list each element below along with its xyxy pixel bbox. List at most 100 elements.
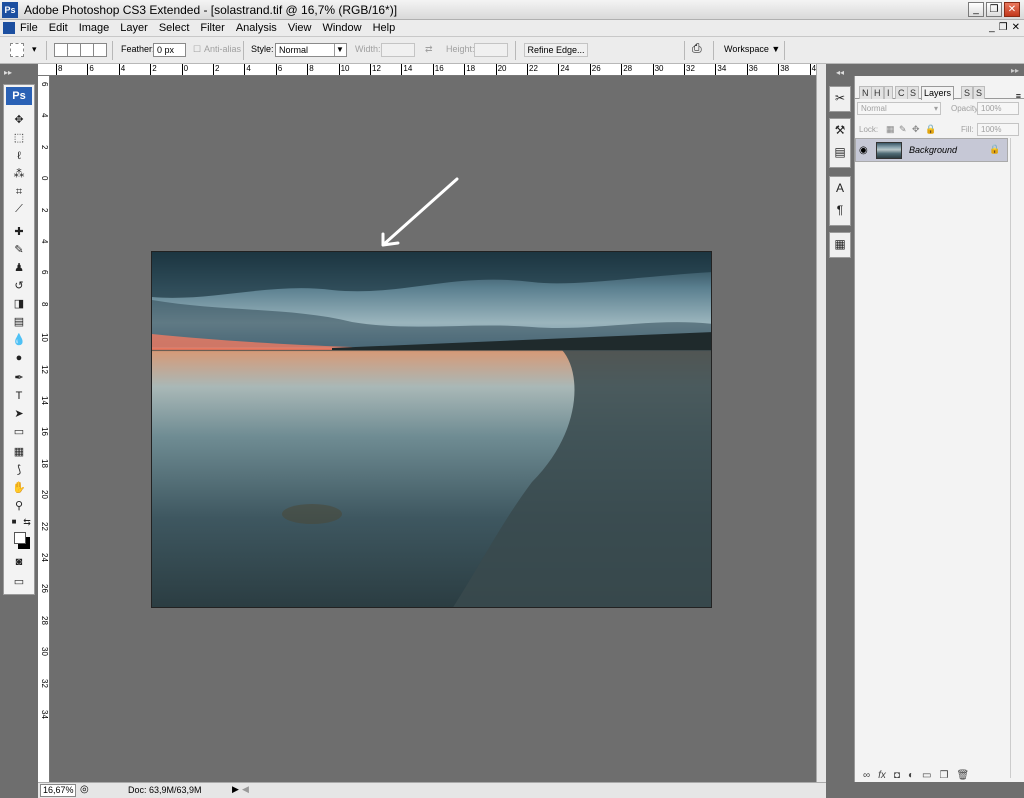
quick-mask-icon[interactable]: ◙: [11, 555, 27, 569]
dodge-tool-icon[interactable]: ●: [11, 351, 27, 365]
trash-icon[interactable]: 🗑: [956, 770, 969, 782]
eyedropper-tool-icon[interactable]: ⟆: [11, 463, 27, 477]
canvas-area[interactable]: [50, 76, 816, 782]
refine-edge-button[interactable]: Refine Edge...: [524, 43, 588, 57]
blur-tool-icon[interactable]: 💧: [11, 333, 27, 347]
adjustment-icon[interactable]: ◐: [908, 770, 914, 782]
tab-s-7[interactable]: S: [973, 86, 986, 99]
intersect-selection-icon[interactable]: [93, 43, 107, 57]
magic-wand-tool-icon[interactable]: ⁂: [11, 167, 27, 181]
minimize-button[interactable]: _: [968, 2, 984, 17]
healing-brush-tool-icon[interactable]: ✚: [11, 225, 27, 239]
tab-i-2[interactable]: I: [884, 86, 893, 99]
lock-transparent-icon[interactable]: ▦: [886, 124, 895, 135]
width-input[interactable]: [381, 43, 415, 57]
brush-tool-icon[interactable]: ✎: [11, 243, 27, 257]
menu-select[interactable]: Select: [159, 22, 190, 34]
tab-n-0[interactable]: N: [859, 86, 872, 99]
history-brush-tool-icon[interactable]: ↺: [11, 279, 27, 293]
notes-tool-icon[interactable]: ▦: [11, 445, 27, 459]
document-icon[interactable]: [3, 22, 15, 34]
add-selection-icon[interactable]: [67, 43, 81, 57]
antialias-checkbox[interactable]: ☐: [193, 44, 201, 55]
clone-stamp-tool-icon[interactable]: ♟: [11, 261, 27, 275]
zoom-level-field[interactable]: 16,67%: [40, 784, 76, 797]
layer-row[interactable]: ◉ Background 🔒: [855, 138, 1008, 162]
document-minimize-button[interactable]: _: [989, 22, 995, 33]
tab-s-6[interactable]: S: [961, 86, 974, 99]
zoom-tool-icon[interactable]: ⚲: [11, 499, 27, 513]
height-input[interactable]: [474, 43, 508, 57]
menu-edit[interactable]: Edit: [49, 22, 68, 34]
menu-file[interactable]: File: [20, 22, 38, 34]
navigator-panel-icon[interactable]: ✂: [830, 87, 850, 109]
marquee-tool-icon[interactable]: ⬚: [11, 131, 27, 145]
screen-mode-icon[interactable]: ▭: [11, 575, 27, 589]
eye-icon[interactable]: ◉: [859, 145, 868, 156]
gradient-tool-icon[interactable]: ▤: [11, 315, 27, 329]
document-close-button[interactable]: ✕: [1012, 22, 1020, 33]
character-panel-icon[interactable]: A: [830, 177, 850, 199]
new-selection-icon[interactable]: [54, 43, 68, 57]
document-image[interactable]: [151, 251, 712, 608]
subtract-selection-icon[interactable]: [80, 43, 94, 57]
photoshop-app-icon[interactable]: Ps: [2, 2, 18, 18]
menu-image[interactable]: Image: [79, 22, 110, 34]
lasso-tool-icon[interactable]: ℓ: [11, 149, 27, 163]
bridge-icon[interactable]: ⎙: [692, 41, 702, 56]
tab-s-4[interactable]: S: [907, 86, 920, 99]
new-layer-icon[interactable]: ❐: [939, 770, 948, 782]
menu-filter[interactable]: Filter: [200, 22, 224, 34]
layers-scrollbar[interactable]: [1010, 138, 1020, 778]
shape-tool-icon[interactable]: ▭: [11, 425, 27, 439]
fx-icon[interactable]: fx: [878, 770, 886, 782]
document-restore-button[interactable]: ❐: [999, 22, 1008, 33]
brushes-panel-icon[interactable]: ⚒: [830, 119, 850, 141]
pen-tool-icon[interactable]: ✒: [11, 371, 27, 385]
tool-preset-dropdown-icon[interactable]: ▾: [32, 44, 37, 55]
group-icon[interactable]: ▭: [922, 770, 931, 782]
lock-position-icon[interactable]: ✥: [912, 124, 920, 135]
blend-mode-select[interactable]: Normal ▾: [857, 102, 941, 115]
tab-h-1[interactable]: H: [871, 86, 884, 99]
info-panel-icon[interactable]: ▦: [830, 233, 850, 255]
menu-window[interactable]: Window: [322, 22, 361, 34]
tool-preset-icon[interactable]: [10, 43, 24, 57]
expand-grip-icon[interactable]: ▸▸: [1011, 66, 1019, 75]
feather-input[interactable]: 0 px: [153, 43, 186, 57]
path-selection-tool-icon[interactable]: ➤: [11, 407, 27, 421]
maximize-button[interactable]: ❐: [986, 2, 1002, 17]
collapse-grip-icon[interactable]: ▸▸: [4, 68, 12, 77]
fill-input[interactable]: 100%: [977, 123, 1019, 136]
foreground-color-swatch[interactable]: [14, 532, 26, 544]
opacity-input[interactable]: 100%: [977, 102, 1019, 115]
tab-c-3[interactable]: C: [895, 86, 908, 99]
swap-dimensions-icon[interactable]: ⇄: [425, 44, 433, 55]
menu-view[interactable]: View: [288, 22, 312, 34]
style-select[interactable]: Normal ▼: [275, 43, 347, 57]
lock-pixels-icon[interactable]: ✎: [899, 124, 907, 135]
workspace-button[interactable]: Workspace ▼: [724, 44, 780, 54]
collapse-grip-icon[interactable]: ◂◂: [836, 68, 844, 77]
status-info-icon[interactable]: ◎: [80, 784, 89, 795]
menu-layer[interactable]: Layer: [120, 22, 148, 34]
tab-layers-5[interactable]: Layers: [921, 86, 955, 100]
hand-tool-icon[interactable]: ✋: [11, 481, 27, 495]
panel-menu-icon[interactable]: ≡: [1016, 91, 1021, 101]
type-tool-icon[interactable]: T: [11, 389, 27, 403]
scroll-left-icon[interactable]: ◀: [242, 784, 249, 795]
menu-help[interactable]: Help: [373, 22, 396, 34]
slice-tool-icon[interactable]: ⟋: [11, 202, 27, 216]
tool-presets-panel-icon[interactable]: ▤: [830, 141, 850, 163]
link-icon[interactable]: ∞: [863, 770, 870, 782]
crop-tool-icon[interactable]: ⌗: [11, 185, 27, 199]
lock-all-icon[interactable]: 🔒: [925, 124, 936, 135]
paragraph-panel-icon[interactable]: ¶: [830, 199, 850, 221]
mask-icon[interactable]: ◘: [894, 770, 900, 782]
menu-analysis[interactable]: Analysis: [236, 22, 277, 34]
vertical-scrollbar[interactable]: [816, 64, 826, 782]
eraser-tool-icon[interactable]: ◨: [11, 297, 27, 311]
close-button[interactable]: ✕: [1004, 2, 1020, 17]
swap-colors-icon[interactable]: ⇆: [19, 515, 35, 529]
status-menu-arrow-icon[interactable]: ▶: [232, 784, 239, 795]
